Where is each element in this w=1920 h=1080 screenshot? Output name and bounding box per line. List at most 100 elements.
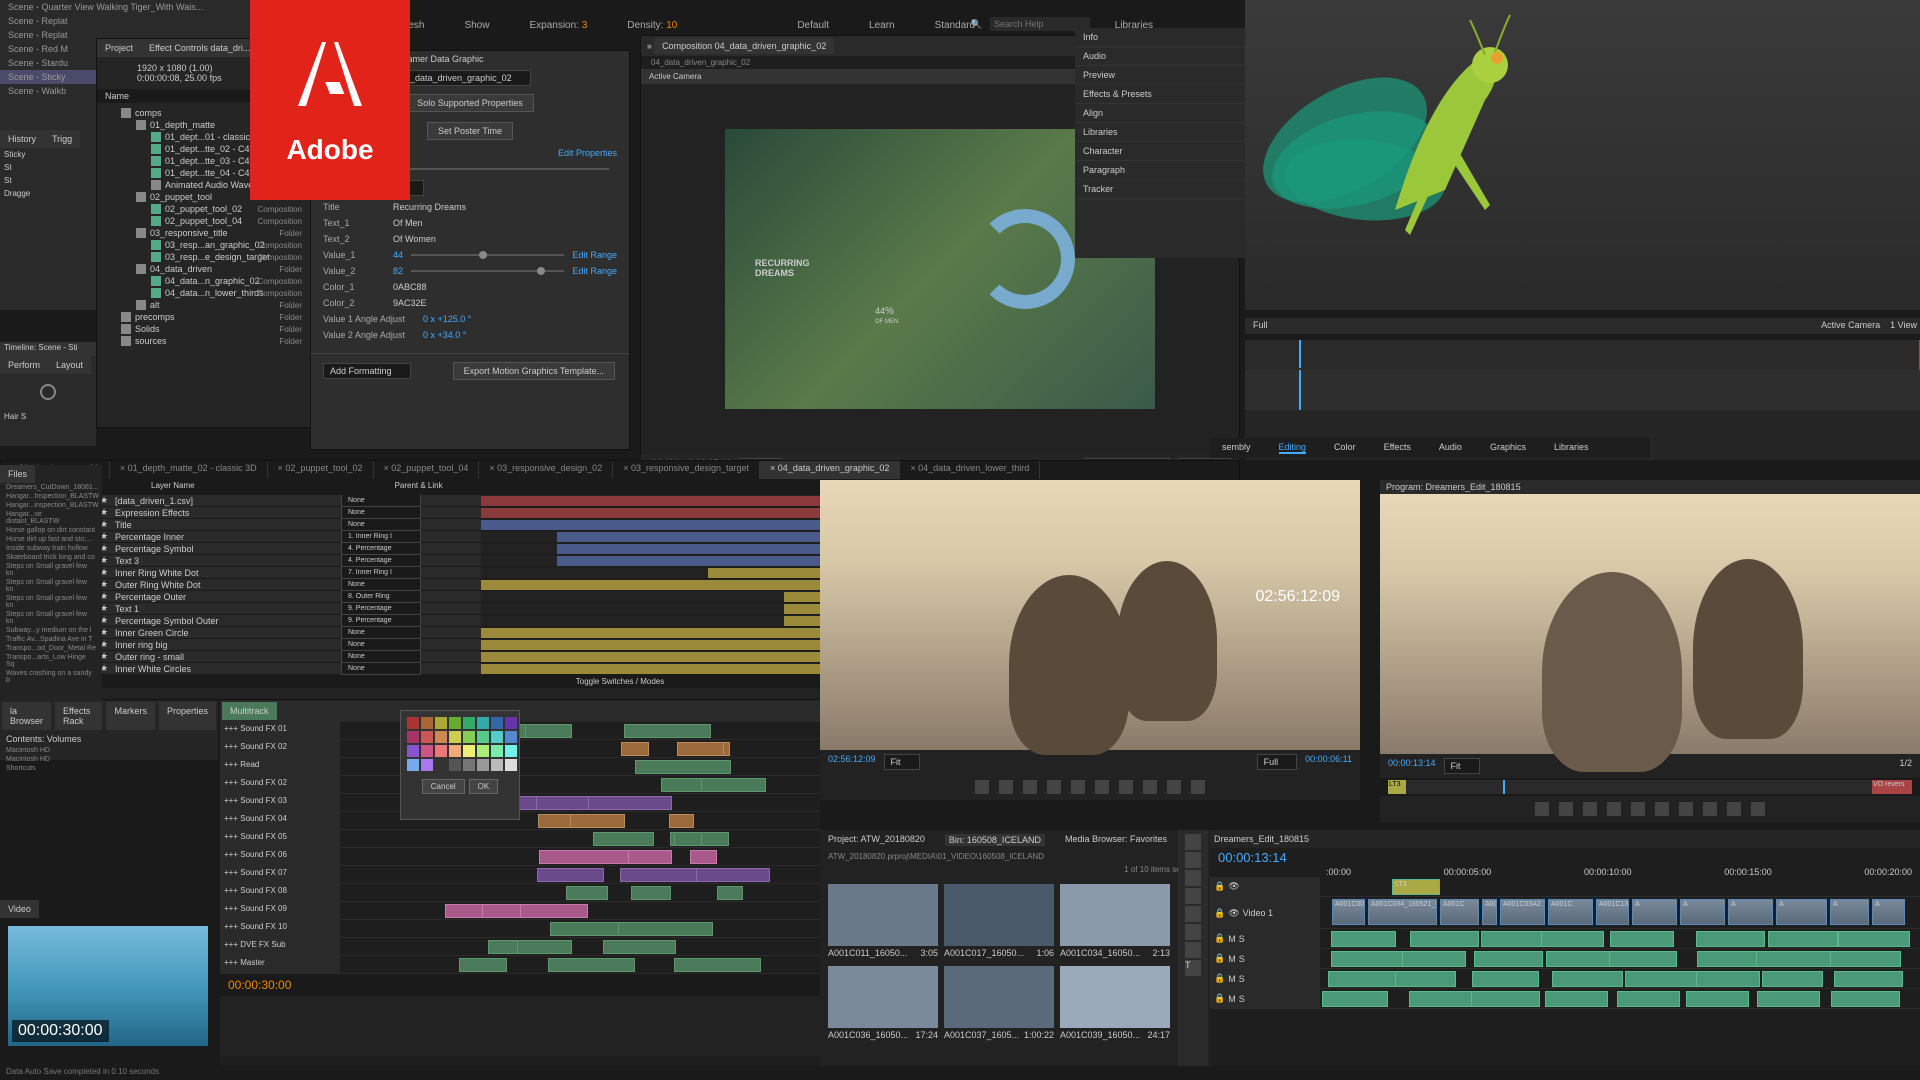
value2-slider[interactable] bbox=[411, 270, 564, 272]
audio-track[interactable]: +++ Sound FX 09 bbox=[220, 902, 820, 920]
step-forward-button[interactable] bbox=[1095, 780, 1109, 794]
hand-tool[interactable] bbox=[1185, 942, 1201, 958]
audio-clip[interactable] bbox=[1546, 951, 1614, 967]
project-item[interactable]: 02_puppet_tool_04Composition bbox=[101, 215, 306, 227]
color-swatch[interactable] bbox=[463, 717, 475, 729]
media-thumbnail[interactable]: A001C011_16050...3:05 bbox=[828, 884, 938, 960]
track-select-tool[interactable] bbox=[1185, 852, 1201, 868]
ca-full[interactable]: Full bbox=[1253, 320, 1268, 332]
audio-clip[interactable] bbox=[539, 850, 629, 864]
color-swatch[interactable] bbox=[505, 759, 517, 771]
timeline-tab[interactable]: × 04_data_driven_lower_third bbox=[900, 461, 1040, 479]
mantis-puppet[interactable] bbox=[1245, 10, 1545, 270]
timeline-tab[interactable]: × 03_responsive_design_02 bbox=[479, 461, 613, 479]
audio-file-item[interactable]: Horse dirt up fast and sto;... bbox=[0, 535, 102, 544]
mb-tab[interactable]: Markers bbox=[106, 702, 155, 730]
perform-item[interactable]: Hair S bbox=[0, 410, 96, 423]
tab-layout[interactable]: Layout bbox=[48, 356, 91, 374]
color-swatch[interactable] bbox=[491, 717, 503, 729]
track-lane[interactable] bbox=[340, 938, 820, 955]
video-clip[interactable]: A001C004_18 bbox=[1332, 899, 1365, 925]
angle2-value[interactable]: 0 x +34.0 ° bbox=[423, 330, 466, 340]
audio-clip[interactable] bbox=[618, 922, 713, 936]
project-item[interactable]: 03_resp...an_graphic_02Composition bbox=[101, 239, 306, 251]
audio-clip[interactable] bbox=[1696, 971, 1759, 987]
track-header[interactable]: +++ Sound FX 09 bbox=[220, 902, 340, 919]
tab-project[interactable]: Project: ATW_20180820 bbox=[828, 834, 925, 846]
color-swatch[interactable] bbox=[477, 731, 489, 743]
audio-clip[interactable] bbox=[603, 940, 677, 954]
selection-tool[interactable] bbox=[1185, 834, 1201, 850]
video-clip[interactable]: A001C03A2 bbox=[1500, 899, 1545, 925]
audio-clip[interactable] bbox=[677, 742, 724, 756]
color-swatch[interactable] bbox=[435, 731, 447, 743]
color-swatch[interactable] bbox=[477, 717, 489, 729]
media-thumbnail[interactable]: A001C017_16050...1:06 bbox=[944, 884, 1054, 960]
color-swatch[interactable] bbox=[463, 745, 475, 757]
program-tab[interactable]: Program: Dreamers_Edit_180815 bbox=[1380, 480, 1920, 494]
color-swatch[interactable] bbox=[449, 759, 461, 771]
mark-out-button[interactable] bbox=[999, 780, 1013, 794]
color-swatch[interactable] bbox=[421, 731, 433, 743]
track-header[interactable]: +++ Sound FX 05 bbox=[220, 830, 340, 847]
audio-track[interactable]: +++ Sound FX 02 bbox=[220, 776, 820, 794]
track-header[interactable]: +++ Master bbox=[220, 956, 340, 973]
ws-audio[interactable]: Audio bbox=[1439, 442, 1462, 454]
ok-button[interactable]: OK bbox=[469, 779, 499, 794]
go-out-button[interactable] bbox=[1119, 780, 1133, 794]
tab-multitrack[interactable]: Multitrack bbox=[222, 702, 277, 720]
export-frame-button[interactable] bbox=[1191, 780, 1205, 794]
audio-clip[interactable] bbox=[1395, 971, 1456, 987]
drive-item[interactable]: Shortcuts bbox=[0, 764, 218, 773]
track-controls[interactable]: 🔒👁Video 1 bbox=[1210, 897, 1320, 929]
audio-file-item[interactable]: Hangar...se distant_BLASTW bbox=[0, 510, 102, 526]
tab-video[interactable]: Video bbox=[0, 900, 39, 918]
text2-value[interactable]: Of Women bbox=[393, 234, 436, 244]
project-item[interactable]: 03_responsive_titleFolder bbox=[101, 227, 306, 239]
video-clip[interactable]: A bbox=[1830, 899, 1869, 925]
panel-preview[interactable]: Preview bbox=[1075, 66, 1250, 85]
audio-file-item[interactable]: Subway...y medium on the l bbox=[0, 626, 102, 635]
tab-media-browser[interactable]: Media Browser: Favorites bbox=[1065, 834, 1167, 846]
track-header[interactable]: +++ Read bbox=[220, 758, 340, 775]
panel-info[interactable]: Info bbox=[1075, 28, 1250, 47]
audio-clip[interactable] bbox=[538, 814, 571, 828]
ca-view[interactable]: 1 View bbox=[1890, 320, 1917, 332]
step-back-button[interactable] bbox=[1607, 802, 1621, 816]
audio-clip[interactable] bbox=[621, 742, 649, 756]
overwrite-button[interactable] bbox=[1167, 780, 1181, 794]
col-name[interactable]: Name bbox=[105, 91, 129, 101]
mb-tab[interactable]: Properties bbox=[159, 702, 216, 730]
mark-out-button[interactable] bbox=[1559, 802, 1573, 816]
audio-file-item[interactable]: Steps on Small gravel few kn bbox=[0, 594, 102, 610]
track-header[interactable]: +++ Sound FX 02 bbox=[220, 776, 340, 793]
step-forward-button[interactable] bbox=[1655, 802, 1669, 816]
project-item[interactable]: SolidsFolder bbox=[101, 323, 306, 335]
video-clip[interactable]: A001C bbox=[1548, 899, 1593, 925]
mark-in-button[interactable] bbox=[975, 780, 989, 794]
color-swatch[interactable] bbox=[407, 745, 419, 757]
media-thumbnail[interactable]: A001C034_16050...2:13 bbox=[1060, 884, 1170, 960]
audio-clip[interactable] bbox=[488, 940, 518, 954]
export-frame-button[interactable] bbox=[1751, 802, 1765, 816]
panel-paragraph[interactable]: Paragraph bbox=[1075, 161, 1250, 180]
audio-clip[interactable] bbox=[1696, 931, 1765, 947]
audio-clip[interactable] bbox=[674, 958, 761, 972]
audio-file-item[interactable]: Hangar...Inspection_BLASTW bbox=[0, 492, 102, 501]
mb-tab[interactable]: Effects Rack bbox=[55, 702, 102, 730]
mt-waveform-overview[interactable] bbox=[220, 996, 820, 1056]
track-lane[interactable] bbox=[340, 830, 820, 847]
audio-file-item[interactable]: Transpo...od_Door_Metal Re bbox=[0, 644, 102, 653]
panel-effects-presets[interactable]: Effects & Presets bbox=[1075, 85, 1250, 104]
track-lane[interactable] bbox=[340, 884, 820, 901]
audio-clip[interactable] bbox=[1838, 931, 1910, 947]
video-clip[interactable]: A bbox=[1680, 899, 1725, 925]
audio-clip[interactable] bbox=[1328, 971, 1399, 987]
ws-graphics[interactable]: Graphics bbox=[1490, 442, 1526, 454]
eg-master-dropdown[interactable]: 04_data_driven_graphic_02 bbox=[393, 70, 531, 86]
step-back-button[interactable] bbox=[1047, 780, 1061, 794]
video-clip[interactable]: A001C132_1 bbox=[1596, 899, 1629, 925]
audio-clip[interactable] bbox=[1410, 931, 1479, 947]
track-lane[interactable]: LT3 bbox=[1320, 877, 1920, 896]
audio-clip[interactable] bbox=[593, 832, 654, 846]
